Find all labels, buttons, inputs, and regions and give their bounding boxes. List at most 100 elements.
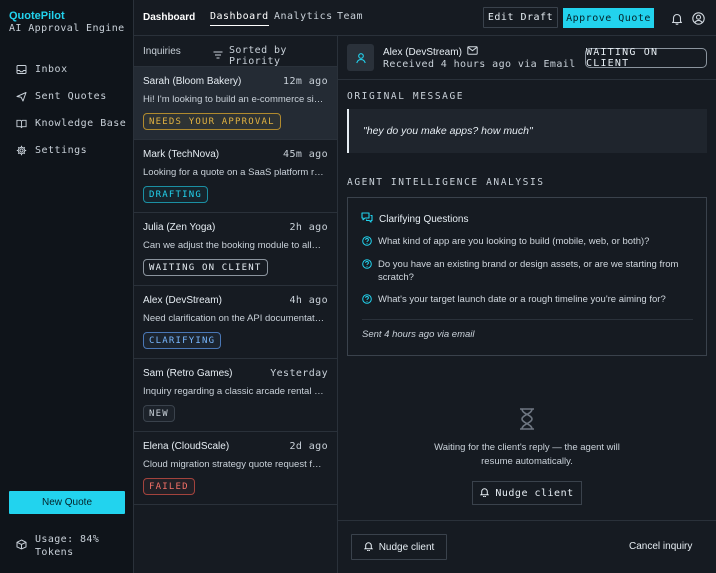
gear-icon [16, 145, 27, 156]
inquiry-name: Julia (Zen Yoga) [143, 222, 216, 233]
inquiry-time: 4h ago [289, 295, 328, 306]
usage-indicator: Usage: 84% Tokens [16, 533, 99, 559]
list-item[interactable]: Elena (CloudScale) 2d ago Cloud migratio… [134, 432, 337, 505]
inquiry-time: Yesterday [270, 368, 328, 379]
inquiry-preview: Inquiry regarding a classic arcade renta… [143, 386, 325, 397]
clarifying-question: What's your target launch date or a roug… [362, 293, 692, 308]
cube-icon [16, 538, 27, 554]
list-item[interactable]: Julia (Zen Yoga) 2h ago Can we adjust th… [134, 213, 337, 286]
sort-label: Sorted by Priority [229, 45, 287, 67]
status-badge: CLARIFYING [143, 332, 222, 349]
user-profile-icon[interactable] [691, 11, 705, 25]
question-text: What's your target launch date or a roug… [378, 294, 666, 305]
list-title: Inquiries [143, 46, 181, 57]
sender-label: Alex (DevStream) [383, 46, 462, 58]
brand-title: QuotePilot [9, 10, 65, 22]
user-icon [355, 52, 366, 63]
inquiry-time: 12m ago [283, 76, 328, 87]
brand-subtitle: AI Approval Engine [9, 23, 125, 34]
status-badge: NEW [143, 405, 175, 422]
sidebar-item-label: Settings [35, 144, 88, 156]
chat-icon [361, 212, 373, 226]
new-quote-button[interactable]: New Quote [9, 491, 125, 514]
question-text: What kind of app are you looking to buil… [378, 236, 650, 247]
sidebar-item-label: Knowledge Base [35, 117, 127, 129]
status-badge: WAITING ON CLIENT [585, 47, 707, 69]
analysis-title: Clarifying Questions [361, 212, 468, 226]
inquiry-time: 2d ago [289, 441, 328, 452]
inquiry-time: 45m ago [283, 149, 328, 160]
sender-name: Alex (DevStream) [383, 46, 478, 58]
question-icon [362, 259, 372, 273]
analysis-card: Clarifying Questions What kind of app ar… [347, 197, 707, 356]
original-message: "hey do you make apps? how much" [347, 109, 707, 153]
question-icon [362, 294, 372, 308]
usage-label: Usage: 84% [35, 534, 100, 545]
inquiry-preview: Hi! I'm looking to build an e-commerce s… [143, 94, 325, 105]
approve-quote-button[interactable]: Approve Quote [563, 8, 654, 28]
tab-team[interactable]: Team [337, 11, 363, 22]
send-icon [16, 91, 27, 102]
tab-dashboard[interactable]: Dashboard [210, 11, 269, 26]
clarifying-question: What kind of app are you looking to buil… [362, 235, 692, 250]
sent-note: Sent 4 hours ago via email [362, 329, 475, 340]
hourglass-icon [516, 407, 538, 431]
original-message-label: ORIGINAL MESSAGE [347, 91, 465, 102]
list-item[interactable]: Mark (TechNova) 45m ago Looking for a qu… [134, 140, 337, 213]
inquiry-name: Elena (CloudScale) [143, 441, 230, 452]
inquiry-preview: Need clarification on the API documentat… [143, 313, 325, 324]
footer-nudge-label: Nudge client [378, 541, 435, 553]
inquiry-preview: Looking for a quote on a SaaS platform r… [143, 167, 325, 178]
inquiry-list: Inquiries Sorted by Priority Sarah (Bloo… [134, 36, 338, 573]
avatar [347, 44, 374, 71]
inquiry-name: Mark (TechNova) [143, 149, 220, 160]
inquiry-name: Alex (DevStream) [143, 295, 222, 306]
status-badge: FAILED [143, 478, 195, 495]
cancel-inquiry-button[interactable]: Cancel inquiry [629, 541, 692, 552]
status-badge: NEEDS YOUR APPROVAL [143, 113, 281, 130]
analysis-title-text: Clarifying Questions [379, 213, 469, 225]
mail-icon [467, 46, 478, 58]
inbox-icon [16, 64, 27, 75]
topbar: Dashboard Dashboard Analytics Team Edit … [134, 0, 716, 36]
inquiry-preview: Can we adjust the booking module to allo… [143, 240, 325, 251]
bell-icon [480, 487, 490, 500]
sidebar-item-settings[interactable]: Settings [0, 139, 133, 161]
question-icon [362, 236, 372, 250]
list-item[interactable]: Sam (Retro Games) Yesterday Inquiry rega… [134, 359, 337, 432]
sort-icon [213, 51, 223, 62]
nudge-label: Nudge client [495, 487, 574, 499]
bell-icon [363, 541, 374, 554]
list-item[interactable]: Sarah (Bloom Bakery) 12m ago Hi! I'm loo… [134, 67, 337, 140]
usage-sub: Tokens [35, 547, 74, 558]
sidebar-item-knowledge-base[interactable]: Knowledge Base [0, 112, 133, 134]
bell-icon[interactable] [670, 11, 684, 25]
list-item[interactable]: Alex (DevStream) 4h ago Need clarificati… [134, 286, 337, 359]
inquiry-name: Sarah (Bloom Bakery) [143, 76, 242, 87]
nudge-client-button[interactable]: Nudge client [472, 481, 582, 505]
waiting-text: Waiting for the client's reply — the age… [434, 442, 620, 467]
question-text: Do you have an existing brand or design … [378, 259, 679, 283]
sidebar-item-label: Inbox [35, 63, 68, 75]
divider [362, 319, 693, 320]
detail-footer: Nudge client Cancel inquiry [338, 520, 716, 573]
footer-nudge-button[interactable]: Nudge client [351, 534, 447, 560]
status-badge: DRAFTING [143, 186, 208, 203]
detail-header: Alex (DevStream) Received 4 hours ago vi… [338, 36, 716, 80]
book-icon [16, 118, 27, 129]
edit-draft-button[interactable]: Edit Draft [483, 7, 558, 28]
tab-analytics[interactable]: Analytics [274, 11, 333, 22]
sidebar-item-inbox[interactable]: Inbox [0, 58, 133, 80]
clarifying-question: Do you have an existing brand or design … [362, 258, 692, 284]
inquiry-name: Sam (Retro Games) [143, 368, 233, 379]
list-header: Inquiries Sorted by Priority [134, 36, 337, 67]
analysis-label: AGENT INTELLIGENCE ANALYSIS [347, 177, 545, 188]
sidebar-item-sent-quotes[interactable]: Sent Quotes [0, 85, 133, 107]
inquiry-detail: Alex (DevStream) Received 4 hours ago vi… [338, 36, 716, 573]
sidebar-item-label: Sent Quotes [35, 90, 107, 102]
received-meta: Received 4 hours ago via Email [383, 59, 576, 70]
inquiry-time: 2h ago [289, 222, 328, 233]
sort-control[interactable]: Sorted by Priority [213, 45, 337, 67]
page-title: Dashboard [143, 12, 196, 23]
sidebar: QuotePilot AI Approval Engine Inbox Sent… [0, 0, 134, 573]
